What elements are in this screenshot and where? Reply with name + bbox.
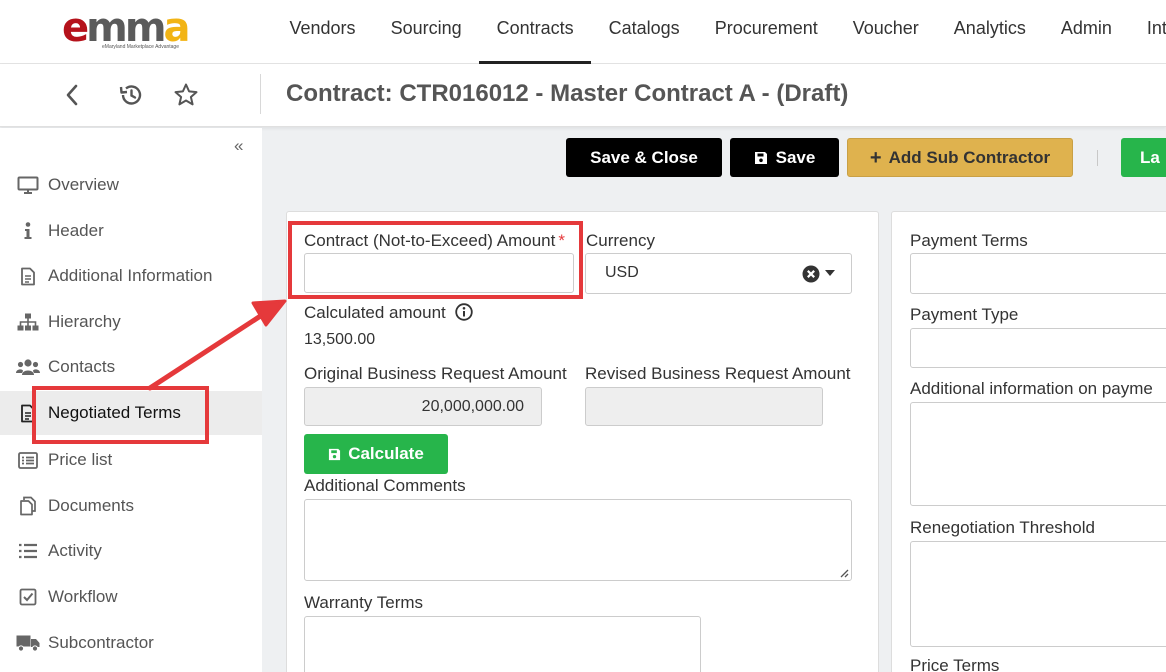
sidebar-item-label: Hierarchy (48, 312, 121, 331)
sidebar-item-negotiated-terms[interactable]: Negotiated Terms (0, 391, 262, 435)
save-and-close-button[interactable]: Save & Close (566, 138, 722, 177)
nav-catalogs[interactable]: Catalogs (591, 0, 697, 64)
renegotiation-threshold-textarea[interactable] (910, 541, 1166, 647)
nav-voucher[interactable]: Voucher (835, 0, 936, 64)
back-icon[interactable] (58, 81, 86, 109)
calculated-amount-label: Calculated amount (304, 303, 473, 326)
sidebar-item-label: Subcontractor (48, 633, 154, 652)
sidebar-item-hierarchy[interactable]: Hierarchy (0, 300, 262, 344)
launch-button[interactable]: La (1121, 138, 1166, 177)
sidebar-item-header[interactable]: Header (0, 209, 262, 253)
sidebar-item-activity[interactable]: Activity (0, 529, 262, 573)
main-nav: Vendors Sourcing Contracts Catalogs Proc… (272, 0, 1166, 64)
nav-analytics[interactable]: Analytics (936, 0, 1043, 64)
sidebar-item-contacts[interactable]: Contacts (0, 345, 262, 389)
sidebar-item-label: Price list (48, 450, 113, 469)
revised-request-amount-field (585, 387, 823, 426)
original-request-amount-field: 20,000,000.00 (304, 387, 542, 426)
calculated-amount-value: 13,500.00 (304, 331, 376, 348)
favorite-star-icon[interactable] (172, 81, 200, 109)
nte-amount-label: Contract (Not-to-Exceed) Amount * (304, 231, 565, 250)
currency-label: Currency (586, 231, 655, 250)
calculate-button[interactable]: Calculate (304, 434, 448, 474)
emma-logo[interactable]: emma eMaryland Marketplace Advantage (62, 5, 198, 51)
truck-icon (16, 633, 40, 653)
sidebar-item-subcontractor[interactable]: Subcontractor (0, 621, 262, 665)
sidebar-item-label: Negotiated Terms (48, 403, 181, 422)
toolbar-divider (1097, 150, 1098, 166)
nav-admin[interactable]: Admin (1043, 0, 1129, 64)
payment-type-input[interactable] (910, 328, 1166, 368)
logo-wordmark: emma (62, 5, 191, 51)
sidebar-item-label: Overview (48, 175, 119, 194)
additional-comments-label: Additional Comments (304, 476, 466, 495)
renegotiation-threshold-label: Renegotiation Threshold (910, 518, 1095, 537)
sidebar-item-label: Contacts (48, 357, 116, 376)
info-icon (16, 221, 40, 241)
info-circle-icon[interactable] (454, 303, 473, 326)
warranty-terms-label: Warranty Terms (304, 593, 424, 612)
add-sub-contractor-button[interactable]: + Add Sub Contractor (847, 138, 1073, 177)
list-icon (16, 541, 40, 561)
document-icon (16, 266, 40, 286)
sidebar-item-label: Documents (48, 496, 134, 515)
payment-terms-label: Payment Terms (910, 231, 1028, 250)
checkbox-icon (16, 587, 40, 607)
nav-contracts[interactable]: Contracts (479, 0, 592, 64)
sidebar-item-additional-information[interactable]: Additional Information (0, 254, 262, 298)
top-navbar: emma eMaryland Marketplace Advantage Ven… (0, 0, 1166, 64)
monitor-icon (16, 175, 40, 195)
list-icon (16, 450, 40, 470)
floppy-disk-icon (754, 151, 768, 165)
sidebar-item-workflow[interactable]: Workflow (0, 575, 262, 619)
copy-icon (16, 496, 40, 516)
sidebar-item-label: Activity (48, 541, 102, 560)
sidebar-item-documents[interactable]: Documents (0, 484, 262, 528)
payment-terms-input[interactable] (910, 253, 1166, 294)
additional-payment-info-label: Additional information on payme (910, 379, 1153, 398)
resize-handle-icon[interactable] (839, 568, 849, 578)
page-title: Contract: CTR016012 - Master Contract A … (286, 80, 849, 107)
nav-vendors[interactable]: Vendors (272, 0, 373, 64)
document-icon (16, 403, 40, 423)
nav-integrations[interactable]: Integr (1129, 0, 1166, 64)
plus-icon: + (869, 146, 882, 169)
users-icon (16, 357, 40, 377)
sidebar-item-label: Additional Information (48, 266, 213, 285)
sidebar: « Overview Header Additional Information… (0, 128, 262, 672)
floppy-disk-icon (328, 448, 341, 461)
sidebar-item-price-list[interactable]: Price list (0, 438, 262, 482)
currency-select[interactable]: USD (585, 253, 852, 294)
nav-procurement[interactable]: Procurement (697, 0, 835, 64)
page-header: Contract: CTR016012 - Master Contract A … (0, 64, 1166, 127)
original-request-amount-label: Original Business Request Amount (304, 364, 567, 383)
history-icon[interactable] (117, 81, 145, 109)
revised-request-amount-label: Revised Business Request Amount (585, 364, 851, 383)
nte-amount-input[interactable] (304, 253, 574, 293)
payment-type-label: Payment Type (910, 305, 1019, 324)
header-divider (260, 74, 261, 114)
chevron-down-icon[interactable] (825, 270, 835, 277)
logo-tagline: eMaryland Marketplace Advantage (102, 44, 179, 50)
price-terms-label: Price Terms (910, 656, 1000, 672)
additional-payment-info-textarea[interactable] (910, 402, 1166, 506)
sidebar-item-label: Header (48, 221, 104, 240)
clear-icon[interactable] (802, 265, 820, 283)
collapse-sidebar-icon[interactable]: « (234, 136, 243, 156)
sitemap-icon (16, 312, 40, 332)
warranty-terms-textarea[interactable] (304, 616, 701, 672)
additional-comments-textarea[interactable] (304, 499, 852, 581)
nav-sourcing[interactable]: Sourcing (373, 0, 479, 64)
sidebar-item-overview[interactable]: Overview (0, 163, 262, 207)
save-button[interactable]: Save (730, 138, 839, 177)
sidebar-item-label: Workflow (48, 587, 118, 606)
